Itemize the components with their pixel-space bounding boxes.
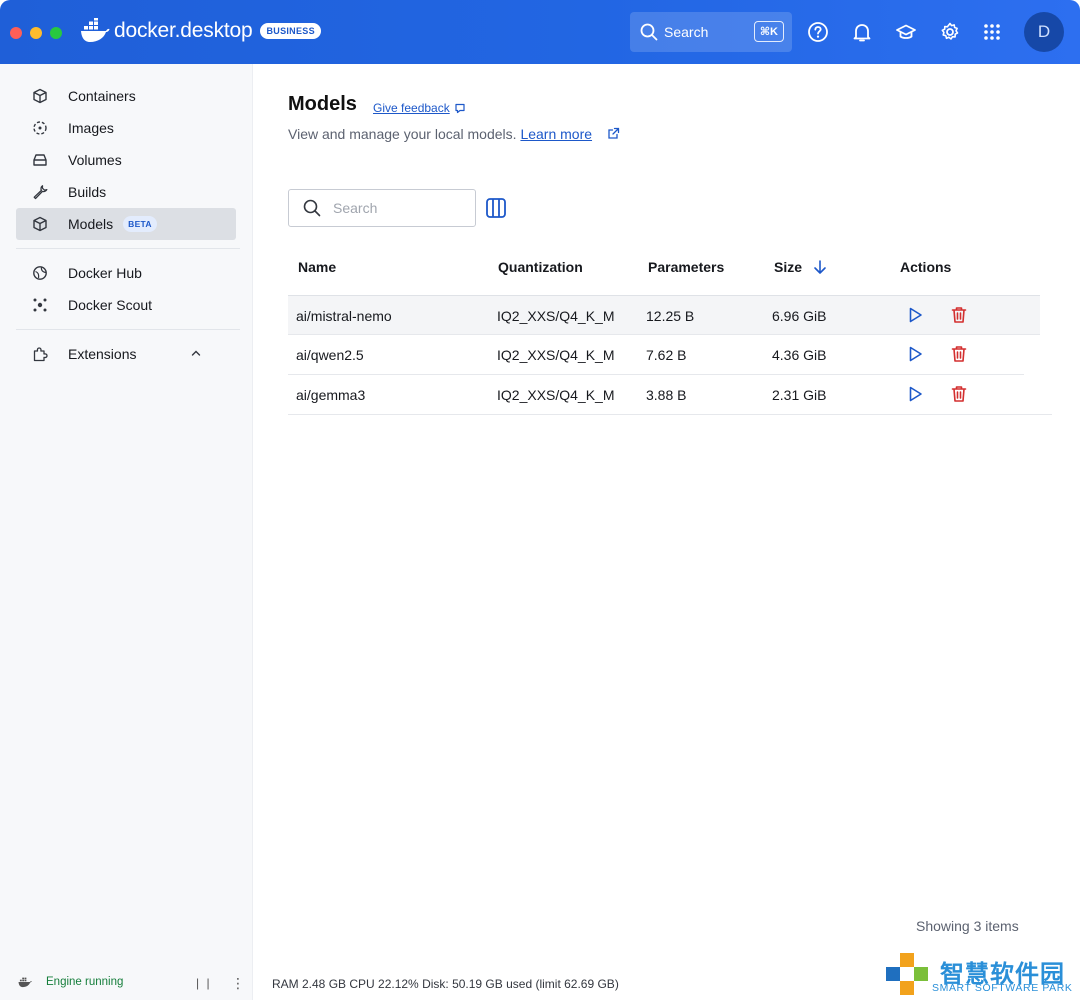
title-bar: docker.desktop BUSINESS Search ⌘K D — [0, 0, 1080, 64]
volumes-icon — [33, 154, 47, 166]
sidebar-item-label: Docker Scout — [68, 297, 153, 313]
watermark: 智慧软件园 SMART SOFTWARE PARK — [884, 951, 1080, 1000]
global-search-label: Search — [664, 24, 709, 40]
search-shortcut: ⌘K — [753, 21, 784, 42]
table-row[interactable]: ai/qwen2.5 IQ2_XXS/Q4_K_M 7.62 B 4.36 Gi… — [288, 335, 1024, 375]
sidebar-item-label: Volumes — [68, 152, 122, 168]
docker-whale-icon — [81, 18, 110, 42]
help-icon[interactable] — [806, 20, 830, 44]
sidebar-item-volumes[interactable]: Volumes — [16, 144, 236, 176]
docker-logo: docker.desktop BUSINESS — [80, 18, 321, 44]
column-header-size[interactable]: Size — [774, 259, 802, 275]
sidebar-item-label: Docker Hub — [68, 265, 142, 281]
column-header-name[interactable]: Name — [298, 259, 336, 275]
sidebar: Containers Images Volumes Builds Models … — [0, 64, 253, 1000]
feedback-chat-icon — [455, 103, 465, 114]
delete-trash-icon[interactable] — [949, 344, 969, 364]
business-badge: BUSINESS — [260, 23, 321, 39]
give-feedback-label: Give feedback — [373, 101, 450, 115]
item-count: Showing 3 items — [916, 918, 1019, 934]
pause-engine-icon[interactable]: | | — [196, 976, 212, 990]
give-feedback-link[interactable]: Give feedback — [373, 101, 466, 115]
sidebar-item-label: Images — [68, 120, 114, 136]
models-search-field[interactable] — [288, 189, 476, 227]
model-parameters: 12.25 B — [646, 308, 695, 324]
sidebar-item-images[interactable]: Images — [16, 112, 236, 144]
sidebar-item-docker-scout[interactable]: Docker Scout — [16, 289, 236, 321]
page-title: Models — [288, 93, 357, 115]
engine-status-label: Engine running — [46, 976, 124, 988]
sidebar-item-builds[interactable]: Builds — [16, 176, 236, 208]
model-parameters: 3.88 B — [646, 387, 687, 403]
model-name: ai/gemma3 — [296, 387, 366, 403]
sidebar-item-extensions[interactable]: Extensions — [16, 338, 236, 370]
run-play-icon[interactable] — [905, 344, 925, 364]
learning-center-icon[interactable] — [894, 20, 918, 44]
sidebar-item-containers[interactable]: Containers — [16, 80, 236, 112]
sidebar-item-models[interactable]: Models BETA — [16, 208, 236, 240]
table-row[interactable]: ai/gemma3 IQ2_XXS/Q4_K_M 3.88 B 2.31 GiB — [288, 375, 1052, 415]
sidebar-divider — [16, 248, 240, 249]
sidebar-divider — [16, 329, 240, 330]
delete-trash-icon[interactable] — [949, 305, 969, 325]
apps-grid-icon[interactable] — [980, 20, 1004, 44]
engine-status[interactable]: Engine running — [18, 976, 123, 988]
beta-badge: BETA — [123, 216, 157, 232]
column-header-parameters[interactable]: Parameters — [648, 259, 724, 275]
run-play-icon[interactable] — [905, 305, 925, 325]
model-parameters: 7.62 B — [646, 347, 687, 363]
sidebar-item-docker-hub[interactable]: Docker Hub — [16, 257, 236, 289]
close-window-button[interactable] — [10, 27, 22, 39]
settings-gear-icon[interactable] — [938, 20, 962, 44]
brand-name: docker.desktop — [114, 19, 253, 42]
notifications-bell-icon[interactable] — [850, 20, 874, 44]
column-header-actions: Actions — [900, 259, 952, 275]
chevron-up-icon[interactable] — [190, 347, 202, 359]
run-play-icon[interactable] — [905, 384, 925, 404]
minimize-window-button[interactable] — [30, 27, 42, 39]
model-quantization: IQ2_XXS/Q4_K_M — [497, 347, 615, 363]
sidebar-item-label: Extensions — [68, 346, 137, 362]
model-size: 2.31 GiB — [772, 387, 827, 403]
user-avatar[interactable]: D — [1024, 12, 1064, 52]
model-quantization: IQ2_XXS/Q4_K_M — [497, 308, 615, 324]
column-header-quantization[interactable]: Quantization — [498, 259, 583, 275]
models-search-input[interactable] — [333, 200, 463, 216]
docker-scout-icon — [33, 298, 47, 312]
external-link-icon[interactable] — [607, 127, 620, 140]
delete-trash-icon[interactable] — [949, 384, 969, 404]
page-subtitle: View and manage your local models. Learn… — [288, 126, 592, 142]
column-settings-icon[interactable] — [485, 197, 507, 219]
models-cube-icon — [33, 216, 47, 232]
model-name: ai/qwen2.5 — [296, 347, 364, 363]
page-description: View and manage your local models. — [288, 126, 517, 142]
smart-software-park-logo — [886, 953, 928, 995]
model-size: 4.36 GiB — [772, 347, 827, 363]
more-options-icon[interactable]: ⋮ — [231, 975, 245, 992]
search-icon — [303, 199, 321, 217]
model-name: ai/mistral-nemo — [296, 308, 392, 324]
docker-whale-icon — [18, 977, 32, 988]
learn-more-link[interactable]: Learn more — [520, 126, 592, 142]
container-icon — [33, 88, 47, 104]
wrench-icon — [33, 185, 48, 200]
docker-hub-icon — [33, 266, 47, 280]
zoom-window-button[interactable] — [50, 27, 62, 39]
window-controls — [10, 27, 62, 39]
sort-descending-arrow-icon[interactable] — [812, 259, 828, 275]
search-icon — [640, 23, 658, 41]
extensions-puzzle-icon — [33, 347, 48, 362]
global-search-button[interactable]: Search ⌘K — [630, 12, 792, 52]
model-size: 6.96 GiB — [772, 308, 827, 324]
images-icon — [33, 121, 47, 135]
table-row[interactable]: ai/mistral-nemo IQ2_XXS/Q4_K_M 12.25 B 6… — [288, 295, 1040, 335]
sidebar-item-label: Builds — [68, 184, 107, 200]
model-quantization: IQ2_XXS/Q4_K_M — [497, 387, 615, 403]
watermark-english: SMART SOFTWARE PARK — [932, 982, 1073, 994]
sidebar-item-label: Containers — [68, 88, 136, 104]
sidebar-item-label: Models — [68, 216, 114, 232]
resource-usage: RAM 2.48 GB CPU 22.12% Disk: 50.19 GB us… — [272, 977, 619, 991]
